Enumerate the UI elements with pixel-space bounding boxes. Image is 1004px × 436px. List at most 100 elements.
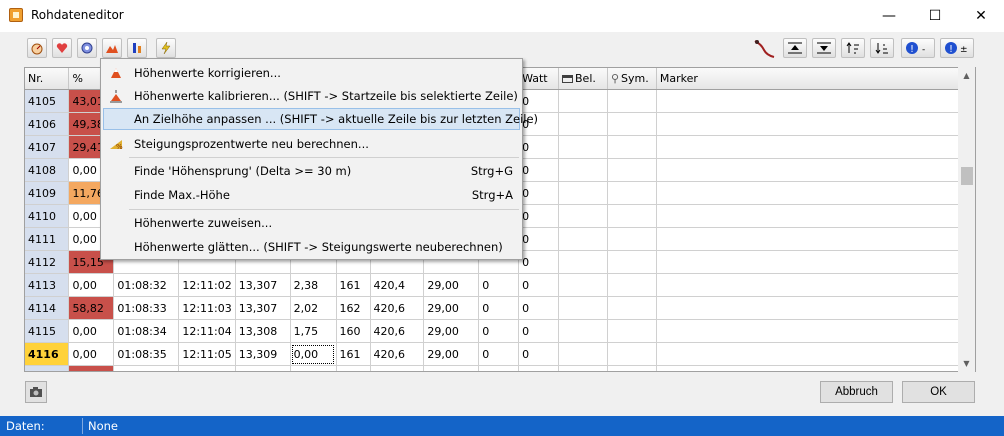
sort-up-icon[interactable] [841,38,865,58]
table-cell[interactable]: 0,00 [290,365,337,371]
table-cell[interactable]: 12:11:02 [178,273,236,297]
table-cell[interactable] [607,112,657,136]
table-cell[interactable] [656,296,975,320]
table-cell[interactable]: 12:11:06 [178,365,236,371]
camera-button[interactable] [25,381,47,403]
table-cell[interactable] [656,227,975,251]
table-cell[interactable] [607,365,657,371]
table-cell[interactable]: 01:08:34 [113,319,180,343]
table-cell[interactable]: 420,6 [370,319,425,343]
table-cell[interactable]: 162 [336,296,371,320]
cancel-button[interactable]: Abbruch [820,381,893,403]
table-cell[interactable] [656,342,975,366]
lightning-icon[interactable] [156,38,176,58]
scroll-thumb[interactable] [961,167,973,185]
row-number-cell[interactable]: 4109 [25,181,70,205]
climb-profile-icon[interactable] [752,38,776,60]
table-cell[interactable]: 58,82 [68,296,115,320]
col-header-marker[interactable]: Marker [656,68,975,90]
table-cell[interactable] [558,112,608,136]
table-cell[interactable] [558,250,608,274]
table-cell[interactable]: 0 [518,204,559,228]
table-cell[interactable]: 161 [336,273,371,297]
scroll-up-icon[interactable]: ▲ [958,67,975,84]
table-cell[interactable] [558,227,608,251]
table-cell[interactable] [656,89,975,113]
maximize-button[interactable]: ☐ [912,0,958,32]
minimize-button[interactable]: — [866,0,912,32]
row-number-cell[interactable]: 4117 [25,365,70,371]
table-cell[interactable] [607,204,657,228]
move-top-icon[interactable] [783,38,807,58]
table-cell[interactable]: 13,308 [235,319,291,343]
table-cell[interactable] [656,135,975,159]
table-cell[interactable]: 0 [478,273,520,297]
table-row[interactable]: 4115 0,00 01:08:34 12:11:04 13,308 1,75 160 420… [25,319,975,343]
move-bottom-icon[interactable] [812,38,836,58]
table-cell[interactable]: 0 [518,273,559,297]
row-number-cell[interactable]: 4110 [25,204,70,228]
table-cell[interactable]: 29,00 [423,365,480,371]
table-cell[interactable]: 0 [518,319,559,343]
table-cell[interactable]: 0 [518,296,559,320]
table-cell[interactable] [607,89,657,113]
table-cell[interactable]: 161 [336,342,371,366]
table-cell[interactable]: 29,00 [423,296,480,320]
table-cell[interactable]: 23,53 [68,365,115,371]
table-cell[interactable]: 420,8 [370,365,425,371]
table-cell[interactable] [656,204,975,228]
row-number-cell[interactable]: 4116 [25,342,70,366]
table-cell[interactable] [656,112,975,136]
col-header-sym[interactable]: ⚲ Sym. [607,68,657,90]
altitude-icon[interactable] [102,38,122,58]
table-cell[interactable] [558,273,608,297]
vertical-scrollbar[interactable]: ▲ ▼ [958,67,975,372]
row-number-cell[interactable]: 4108 [25,158,70,182]
table-cell[interactable] [558,181,608,205]
sort-down-icon[interactable] [870,38,894,58]
table-cell[interactable]: 29,00 [423,342,480,366]
table-cell[interactable] [558,158,608,182]
menu-item-hoehen-kalibrieren[interactable]: Höhenwerte kalibrieren... (SHIFT -> Star… [103,85,520,107]
menu-item-zielhoehe-anpassen[interactable]: An Zielhöhe anpassen ... (SHIFT -> aktue… [103,108,538,130]
col-header-nr[interactable]: Nr. [25,68,70,90]
table-cell[interactable]: 0 [478,365,520,371]
table-cell[interactable] [607,158,657,182]
table-cell[interactable] [558,342,608,366]
table-cell[interactable]: 420,4 [370,273,425,297]
table-row[interactable]: 411723,5301:08:3612:11:0613,3100,0016142… [25,365,975,371]
ok-button[interactable]: OK [902,381,975,403]
row-number-cell[interactable]: 4115 [25,319,70,343]
row-number-cell[interactable]: 4107 [25,135,70,159]
table-cell[interactable]: 01:08:32 [113,273,180,297]
gauge-icon[interactable] [27,38,47,58]
table-cell[interactable]: 0 [478,342,520,366]
table-cell[interactable]: 0,00 [290,342,337,366]
table-cell[interactable]: 13,307 [235,296,291,320]
table-cell[interactable]: 0 [518,227,559,251]
table-cell[interactable]: 0,00 [68,342,115,366]
table-cell[interactable] [558,296,608,320]
close-button[interactable]: ✕ [958,0,1004,32]
row-number-cell[interactable]: 4106 [25,112,70,136]
table-cell[interactable]: 0 [518,365,559,371]
table-row[interactable]: 4116 0,00 01:08:35 12:11:05 13,309 0,00 161 420… [25,342,975,366]
menu-item-hoehen-zuweisen[interactable]: Höhenwerte zuweisen... [103,212,520,234]
info-dropdown-button[interactable]: ! - [901,38,935,58]
table-cell[interactable]: 01:08:33 [113,296,180,320]
table-cell[interactable]: 0,00 [68,273,115,297]
table-cell[interactable] [656,158,975,182]
table-cell[interactable] [558,135,608,159]
table-cell[interactable]: 12:11:05 [178,342,236,366]
table-cell[interactable]: 420,6 [370,342,425,366]
table-cell[interactable]: 13,309 [235,342,291,366]
table-cell[interactable]: 01:08:36 [113,365,180,371]
table-cell[interactable]: 01:08:35 [113,342,180,366]
table-cell[interactable] [607,273,657,297]
scroll-down-icon[interactable]: ▼ [958,355,975,372]
table-cell[interactable]: 0 [518,342,559,366]
row-number-cell[interactable]: 4114 [25,296,70,320]
table-cell[interactable]: 2,02 [290,296,337,320]
table-cell[interactable] [607,319,657,343]
menu-item-finde-max-hoehe[interactable]: Finde Max.-Höhe Strg+A [103,184,520,206]
